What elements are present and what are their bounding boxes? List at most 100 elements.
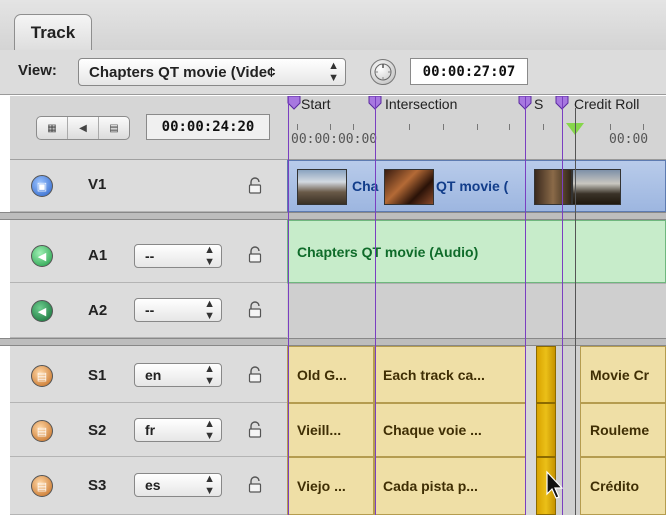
subtitle-gap (526, 346, 536, 403)
ruler-timecode: 00:00 (609, 132, 649, 147)
clip-thumbnail (384, 169, 434, 205)
toolbar: View: Chapters QT movie (Vide¢ ▲ ▼ 00:00:… (0, 50, 666, 95)
track-language-popup[interactable]: fr ▲ ▼ (134, 418, 222, 442)
marker-s[interactable]: S (534, 96, 543, 112)
ruler-tick (509, 124, 510, 130)
audio-subtitle-separator[interactable] (0, 338, 666, 346)
video-audio-separator[interactable] (0, 212, 666, 220)
lock-icon[interactable] (247, 476, 263, 494)
track-header-s3: ▤ S3 es ▲ ▼ (10, 457, 287, 515)
track-name: A1 (88, 247, 108, 264)
subtitle-clip[interactable]: Cada pista p... (374, 457, 526, 515)
track-header-a1: ◀ A1 -- ▲ ▼ (10, 220, 287, 283)
track-name: A2 (88, 302, 108, 319)
subtitle-gap (556, 403, 580, 457)
speaker-icon[interactable]: ◀ (31, 245, 53, 267)
subtitle-gap (556, 346, 580, 403)
clip-label: Crédito (590, 478, 639, 494)
track-controls: ▦ ◀ ▤ 00:00:24:20 (10, 96, 287, 160)
popup-value: -- (145, 302, 155, 318)
popup-arrows-icon: ▲ ▼ (328, 60, 339, 84)
view-label: View: (18, 62, 57, 79)
clip-label: Vieill... (297, 422, 342, 438)
popup-arrows-icon: ▲ ▼ (204, 244, 215, 268)
subtitle-clip[interactable]: Each track ca... (374, 346, 526, 403)
clip-label: QT movie ( (436, 178, 509, 194)
clip-label: Chapters QT movie (Audio) (297, 243, 479, 260)
subtitle-clip[interactable]: Old G... (287, 346, 374, 403)
track-header-a2: ◀ A2 -- ▲ ▼ (10, 283, 287, 338)
film-icon[interactable]: ▣ (31, 175, 53, 197)
timeline-ruler[interactable]: Start Intersection S Credit Roll 00:00:0… (287, 96, 666, 160)
ruler-tick (443, 124, 444, 130)
ruler-tick (297, 124, 298, 130)
current-timecode-field[interactable]: 00:00:27:07 (410, 58, 528, 85)
lock-icon[interactable] (247, 301, 263, 319)
subtitle-clip[interactable]: Viejo ... (287, 457, 374, 515)
subtitle-clip[interactable]: Rouleme (580, 403, 666, 457)
track-view-toggle[interactable]: ▦ ◀ ▤ (36, 116, 130, 140)
popup-value: en (145, 367, 162, 383)
subtitle-clip[interactable]: Vieill... (287, 403, 374, 457)
popup-value: es (145, 477, 161, 493)
video-clip[interactable]: Cha QT movie ( (287, 160, 666, 212)
track-language-popup[interactable]: es ▲ ▼ (134, 473, 222, 497)
view-popup-value: Chapters QT movie (Vide¢ (89, 63, 276, 81)
tab-track[interactable]: Track (14, 14, 92, 50)
ruler-tick (330, 124, 331, 130)
ruler-tick (543, 124, 544, 130)
lock-icon[interactable] (247, 177, 263, 195)
ruler-tick (610, 124, 611, 130)
marker-intersection[interactable]: Intersection (385, 96, 457, 112)
popup-arrows-icon: ▲ ▼ (204, 298, 215, 322)
lock-icon[interactable] (247, 421, 263, 439)
marker-flag-icon[interactable] (287, 96, 301, 110)
jog-dial-icon[interactable] (370, 59, 396, 85)
clip-label: Each track ca... (383, 366, 485, 383)
lock-icon[interactable] (247, 366, 263, 384)
subtitle-icon[interactable]: ▤ (31, 420, 53, 442)
subtitle-clip-short[interactable] (536, 403, 556, 457)
duration-timecode: 00:00:24:20 (146, 114, 270, 140)
marker-line (525, 96, 526, 515)
marker-line (288, 96, 289, 515)
speaker-icon[interactable]: ◀ (68, 117, 99, 139)
subtitle-icon[interactable]: ▤ (31, 475, 53, 497)
subtitle-icon[interactable]: ▤ (31, 365, 53, 387)
film-icon[interactable]: ▦ (37, 117, 68, 139)
ruler-tick (477, 124, 478, 130)
track-language-popup[interactable]: -- ▲ ▼ (134, 244, 222, 268)
subtitle-clip[interactable]: Movie Cr (580, 346, 666, 403)
speaker-icon[interactable]: ◀ (31, 300, 53, 322)
popup-arrows-icon: ▲ ▼ (204, 418, 215, 442)
subtitle-icon[interactable]: ▤ (99, 117, 129, 139)
subtitle-clip-short[interactable] (536, 346, 556, 403)
track-name: V1 (88, 176, 107, 193)
clip-label: Old G... (297, 366, 347, 383)
popup-arrows-icon: ▲ ▼ (204, 363, 215, 387)
subtitle-clip[interactable]: Crédito (580, 457, 666, 515)
track-name: S2 (88, 422, 107, 439)
subtitle-gap (526, 403, 536, 457)
subtitle-clip[interactable]: Chaque voie ... (374, 403, 526, 457)
popup-arrows-icon: ▲ ▼ (204, 473, 215, 497)
marker-start[interactable]: Start (301, 96, 331, 112)
track-language-popup[interactable]: -- ▲ ▼ (134, 298, 222, 322)
mouse-cursor-icon (546, 470, 564, 499)
audio-clip[interactable]: Chapters QT movie (Audio) (287, 220, 666, 283)
clip-thumbnail (572, 169, 621, 205)
marker-credit-roll[interactable]: Credit Roll (574, 96, 639, 112)
clip-thumbnail (534, 169, 572, 205)
clip-thumbnail (297, 169, 347, 205)
clip-label: Chaque voie ... (383, 422, 482, 438)
empty-audio-track[interactable] (287, 283, 666, 338)
track-name: S1 (88, 367, 107, 384)
view-popup[interactable]: Chapters QT movie (Vide¢ ▲ ▼ (78, 58, 346, 86)
popup-value: -- (145, 248, 155, 264)
playhead-line (575, 108, 576, 515)
ruler-tick (409, 124, 410, 130)
track-editor-window: Track View: Chapters QT movie (Vide¢ ▲ ▼ … (0, 0, 666, 515)
lock-icon[interactable] (247, 246, 263, 264)
track-language-popup[interactable]: en ▲ ▼ (134, 363, 222, 387)
ruler-tick (353, 124, 354, 130)
